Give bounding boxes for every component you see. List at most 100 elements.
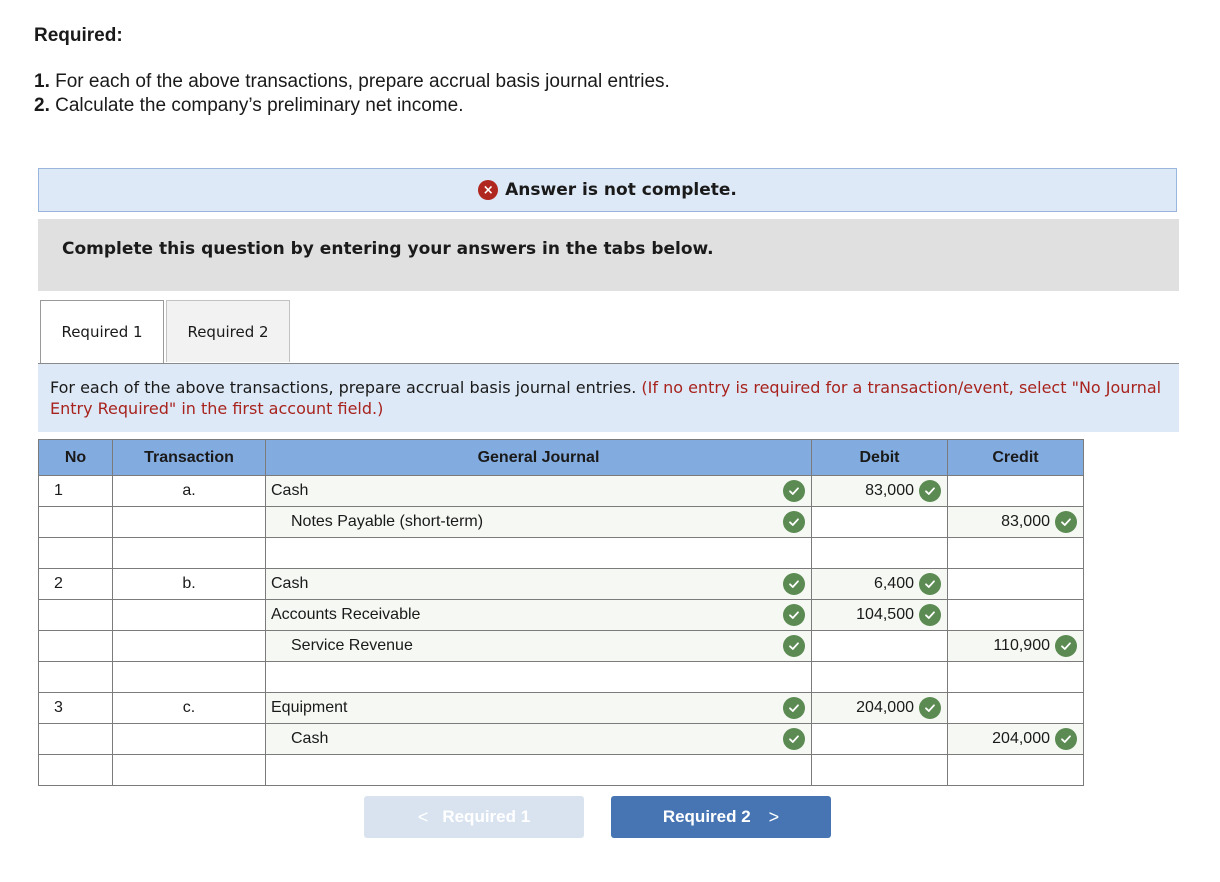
debit-field[interactable]: 204,000 bbox=[811, 692, 948, 724]
cell-no bbox=[38, 537, 113, 569]
table-row: Notes Payable (short-term) 83,000 bbox=[38, 506, 1084, 538]
answer-status-banner: × Answer is not complete. bbox=[38, 168, 1177, 212]
credit-field[interactable] bbox=[947, 568, 1084, 600]
account-field[interactable]: Cash bbox=[265, 475, 812, 507]
cell-no bbox=[38, 754, 113, 786]
cell-no: 3 bbox=[38, 692, 113, 724]
account-field[interactable]: Notes Payable (short-term) bbox=[265, 506, 812, 538]
credit-field[interactable] bbox=[947, 692, 1084, 724]
account-field[interactable] bbox=[265, 754, 812, 786]
cell-transaction bbox=[112, 630, 266, 662]
required-item: 2. Calculate the company’s preliminary n… bbox=[34, 94, 670, 118]
debit-field[interactable]: 83,000 bbox=[811, 475, 948, 507]
table-row: Cash 204,000 bbox=[38, 723, 1084, 755]
credit-field[interactable]: 110,900 bbox=[947, 630, 1084, 662]
check-circle-icon bbox=[783, 728, 805, 750]
cell-no bbox=[38, 506, 113, 538]
account-name: Cash bbox=[291, 730, 329, 747]
header-credit: Credit bbox=[947, 439, 1084, 476]
debit-field[interactable] bbox=[811, 630, 948, 662]
debit-value: 104,500 bbox=[856, 606, 914, 623]
cell-transaction bbox=[112, 661, 266, 693]
required-list: 1. For each of the above transactions, p… bbox=[34, 70, 670, 118]
cell-no bbox=[38, 599, 113, 631]
required-item-number: 2. bbox=[34, 95, 50, 116]
cell-no bbox=[38, 723, 113, 755]
debit-value: 83,000 bbox=[865, 482, 914, 499]
instruction-panel: Complete this question by entering your … bbox=[38, 219, 1179, 291]
check-circle-icon bbox=[1055, 511, 1077, 533]
credit-value: 83,000 bbox=[1001, 513, 1050, 530]
cell-transaction bbox=[112, 754, 266, 786]
tab-required-2[interactable]: Required 2 bbox=[166, 300, 290, 362]
header-no: No bbox=[38, 439, 113, 476]
credit-field[interactable] bbox=[947, 661, 1084, 693]
table-row: 3 c. Equipment 204,000 bbox=[38, 692, 1084, 724]
check-circle-icon bbox=[1055, 728, 1077, 750]
cell-transaction bbox=[112, 506, 266, 538]
cell-transaction: c. bbox=[112, 692, 266, 724]
check-circle-icon bbox=[919, 573, 941, 595]
account-field[interactable]: Accounts Receivable bbox=[265, 599, 812, 631]
required-item: 1. For each of the above transactions, p… bbox=[34, 70, 670, 94]
table-row: 2 b. Cash 6,400 bbox=[38, 568, 1084, 600]
table-row bbox=[38, 661, 1084, 693]
account-field[interactable]: Service Revenue bbox=[265, 630, 812, 662]
credit-value: 110,900 bbox=[993, 637, 1050, 654]
debit-field[interactable] bbox=[811, 661, 948, 693]
table-row: Accounts Receivable 104,500 bbox=[38, 599, 1084, 631]
check-circle-icon bbox=[783, 635, 805, 657]
required-item-text: For each of the above transactions, prep… bbox=[49, 71, 670, 92]
check-circle-icon bbox=[919, 480, 941, 502]
header-general-journal: General Journal bbox=[265, 439, 812, 476]
cell-transaction bbox=[112, 599, 266, 631]
prev-button-label: Required 1 bbox=[442, 807, 531, 826]
debit-value: 6,400 bbox=[873, 575, 914, 592]
debit-field[interactable] bbox=[811, 537, 948, 569]
debit-field[interactable] bbox=[811, 506, 948, 538]
answer-status-text: Answer is not complete. bbox=[505, 180, 737, 200]
credit-field[interactable] bbox=[947, 537, 1084, 569]
account-name: Accounts Receivable bbox=[271, 606, 421, 623]
prev-required-1-button[interactable]: < Required 1 bbox=[364, 796, 584, 838]
check-circle-icon bbox=[783, 573, 805, 595]
prompt-box: For each of the above transactions, prep… bbox=[38, 364, 1179, 432]
credit-field[interactable]: 83,000 bbox=[947, 506, 1084, 538]
next-required-2-button[interactable]: Required 2 > bbox=[611, 796, 831, 838]
table-row bbox=[38, 537, 1084, 569]
credit-field[interactable] bbox=[947, 599, 1084, 631]
account-field[interactable]: Equipment bbox=[265, 692, 812, 724]
account-name: Service Revenue bbox=[291, 637, 413, 654]
table-row bbox=[38, 754, 1084, 786]
debit-field[interactable]: 6,400 bbox=[811, 568, 948, 600]
credit-field[interactable] bbox=[947, 475, 1084, 507]
debit-field[interactable]: 104,500 bbox=[811, 599, 948, 631]
instruction-text: Complete this question by entering your … bbox=[62, 239, 714, 259]
check-circle-icon bbox=[1055, 635, 1077, 657]
required-item-number: 1. bbox=[34, 71, 50, 92]
cell-no bbox=[38, 661, 113, 693]
cell-transaction bbox=[112, 537, 266, 569]
required-item-text: Calculate the company’s preliminary net … bbox=[49, 95, 464, 116]
account-field[interactable]: Cash bbox=[265, 568, 812, 600]
account-name: Cash bbox=[271, 482, 309, 499]
cell-no: 1 bbox=[38, 475, 113, 507]
check-circle-icon bbox=[919, 697, 941, 719]
cell-transaction: a. bbox=[112, 475, 266, 507]
account-name: Cash bbox=[271, 575, 309, 592]
tab-required-1[interactable]: Required 1 bbox=[40, 300, 164, 363]
account-field[interactable] bbox=[265, 537, 812, 569]
cell-no bbox=[38, 630, 113, 662]
cell-transaction: b. bbox=[112, 568, 266, 600]
header-transaction: Transaction bbox=[112, 439, 266, 476]
debit-field[interactable] bbox=[811, 754, 948, 786]
account-name: Equipment bbox=[271, 699, 348, 716]
credit-field[interactable] bbox=[947, 754, 1084, 786]
account-field[interactable] bbox=[265, 661, 812, 693]
credit-field[interactable]: 204,000 bbox=[947, 723, 1084, 755]
account-field[interactable]: Cash bbox=[265, 723, 812, 755]
general-journal-table: No Transaction General Journal Debit Cre… bbox=[38, 439, 1084, 786]
cell-no: 2 bbox=[38, 568, 113, 600]
chevron-left-icon: < bbox=[417, 806, 429, 827]
debit-field[interactable] bbox=[811, 723, 948, 755]
